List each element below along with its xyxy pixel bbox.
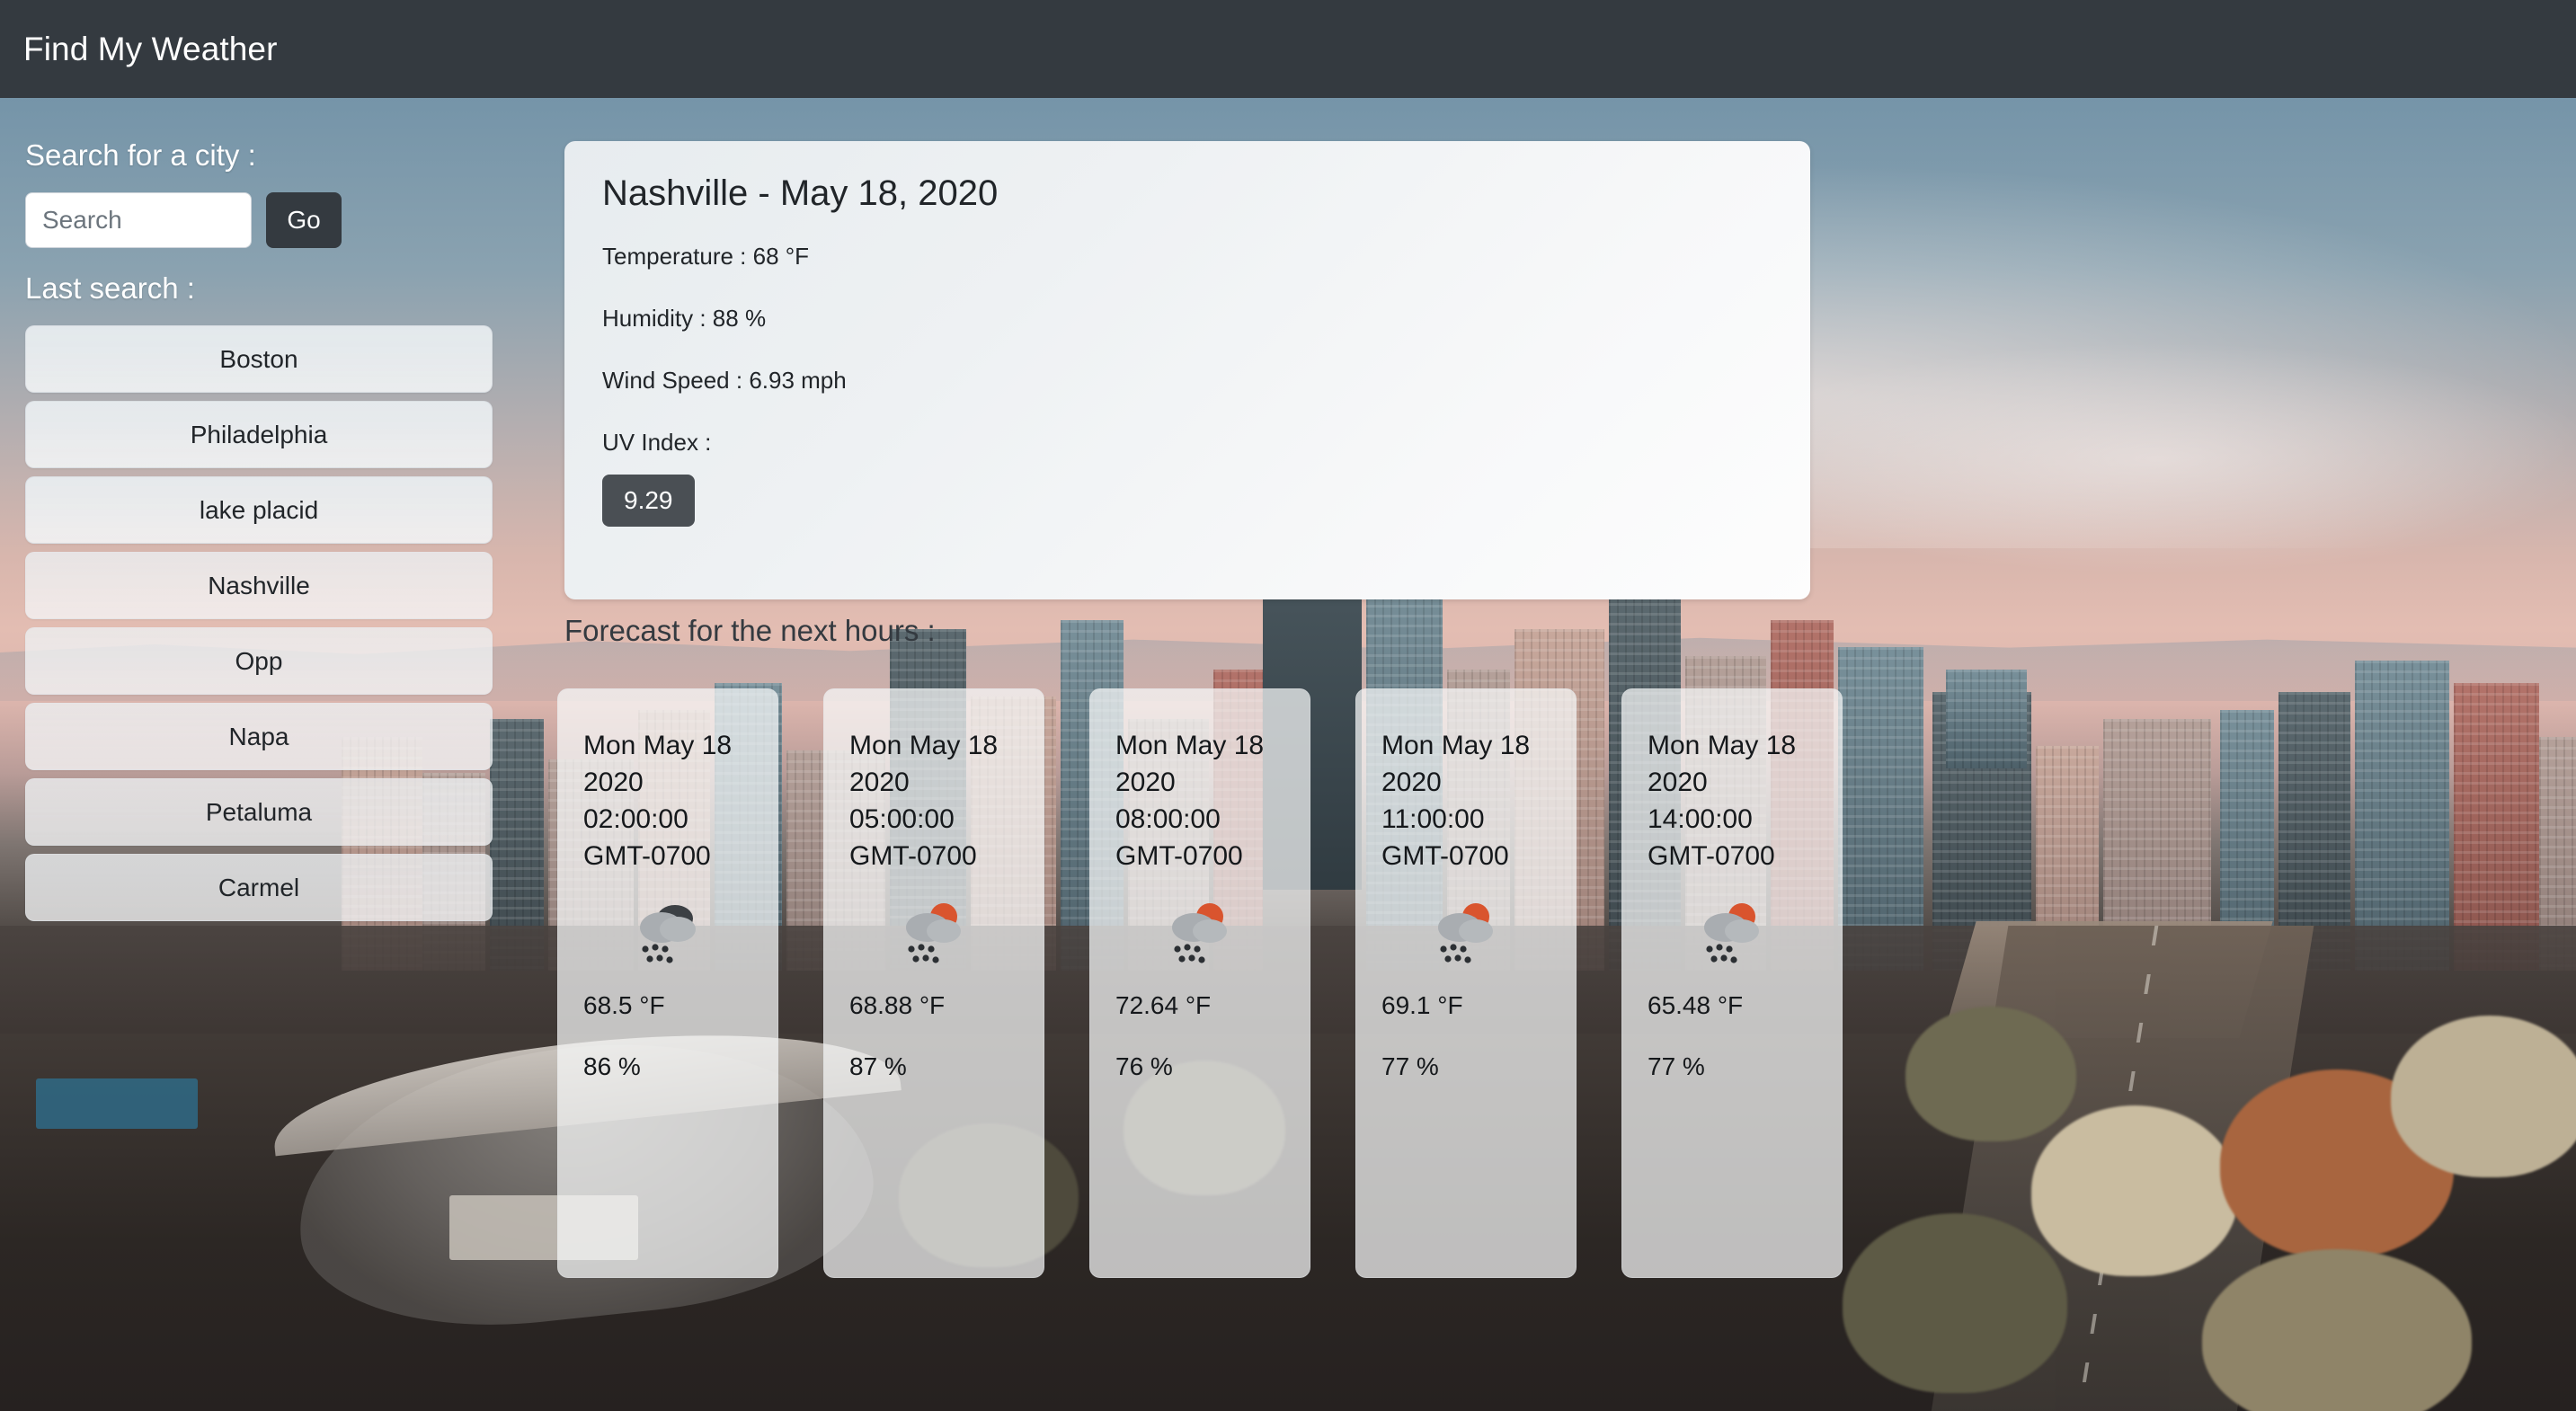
sun-behind-rain-cloud-icon: [1115, 880, 1284, 988]
top-navbar: Find My Weather: [0, 0, 2576, 98]
forecast-temperature: 68.88 °F: [849, 991, 946, 1020]
wind-speed-line: Wind Speed : 6.93 mph: [602, 367, 847, 394]
forecast-date: Mon May 18 2020 14:00:00 GMT-0700: [1648, 731, 1797, 872]
forecast-card[interactable]: Mon May 18 2020 08:00:00 GMT-0700 72.64 …: [1089, 688, 1310, 1278]
last-search-city-list: Boston Philadelphia lake placid Nashvill…: [25, 325, 493, 921]
city-button-lake-placid[interactable]: lake placid: [25, 476, 493, 544]
forecast-date: Mon May 18 2020 11:00:00 GMT-0700: [1381, 731, 1531, 872]
weather-card-title: Nashville - May 18, 2020: [602, 173, 999, 213]
forecast-humidity: 77 %: [1648, 1052, 1705, 1081]
forecast-humidity: 86 %: [583, 1052, 641, 1081]
forecast-humidity: 76 %: [1115, 1052, 1173, 1081]
app-title: Find My Weather: [23, 30, 278, 67]
city-button-carmel[interactable]: Carmel: [25, 854, 493, 921]
uv-index-label: UV Index :: [602, 429, 712, 456]
forecast-temperature: 65.48 °F: [1648, 991, 1744, 1020]
forecast-humidity: 77 %: [1381, 1052, 1439, 1081]
sidebar: Search for a city : Go Last search : Bos…: [0, 98, 557, 1411]
building: [2355, 661, 2449, 971]
humidity-line: Humidity : 88 %: [602, 305, 767, 332]
search-section-label: Search for a city :: [25, 138, 256, 172]
sun-behind-rain-cloud-icon: [849, 880, 1018, 988]
go-button[interactable]: Go: [266, 192, 342, 248]
forecast-temperature: 68.5 °F: [583, 991, 665, 1020]
city-button-philadelphia[interactable]: Philadelphia: [25, 401, 493, 468]
building: [1838, 647, 1923, 971]
city-button-nashville[interactable]: Nashville: [25, 552, 493, 619]
forecast-heading: Forecast for the next hours :: [564, 614, 936, 647]
forecast-date: Mon May 18 2020 05:00:00 GMT-0700: [849, 731, 999, 872]
forecast-temperature: 69.1 °F: [1381, 991, 1463, 1020]
tree-cluster: [2391, 1016, 2576, 1177]
tree-cluster: [1843, 1213, 2067, 1393]
search-input[interactable]: [25, 192, 252, 248]
forecast-card[interactable]: Mon May 18 2020 05:00:00 GMT-0700 68.88 …: [823, 688, 1044, 1278]
forecast-card[interactable]: Mon May 18 2020 11:00:00 GMT-0700 69.1 °…: [1355, 688, 1577, 1278]
city-button-opp[interactable]: Opp: [25, 627, 493, 695]
uv-index-badge: 9.29: [602, 475, 695, 527]
city-button-petaluma[interactable]: Petaluma: [25, 778, 493, 846]
forecast-date: Mon May 18 2020 02:00:00 GMT-0700: [583, 731, 733, 872]
search-row: Go: [25, 192, 557, 248]
forecast-card[interactable]: Mon May 18 2020 02:00:00 GMT-0700 68.5 °…: [557, 688, 778, 1278]
city-button-napa[interactable]: Napa: [25, 703, 493, 770]
forecast-date: Mon May 18 2020 08:00:00 GMT-0700: [1115, 731, 1265, 872]
rain-cloud-icon: [583, 880, 752, 988]
forecast-humidity: 87 %: [849, 1052, 907, 1081]
sun-behind-rain-cloud-icon: [1381, 880, 1550, 988]
city-button-boston[interactable]: Boston: [25, 325, 493, 393]
current-weather-card: Nashville - May 18, 2020 Temperature : 6…: [564, 141, 1810, 599]
sun-behind-rain-cloud-icon: [1648, 880, 1817, 988]
forecast-card[interactable]: Mon May 18 2020 14:00:00 GMT-0700 65.48 …: [1621, 688, 1843, 1278]
building: [1946, 670, 2027, 768]
tree-cluster: [1905, 1007, 2076, 1141]
tree-cluster: [2031, 1105, 2238, 1276]
last-search-label: Last search :: [25, 271, 195, 305]
sky-haze-secondary: [1708, 342, 2576, 575]
forecast-temperature: 72.64 °F: [1115, 991, 1212, 1020]
temperature-line: Temperature : 68 °F: [602, 243, 810, 270]
forecast-card-row: Mon May 18 2020 02:00:00 GMT-0700 68.5 °…: [557, 688, 1843, 1278]
